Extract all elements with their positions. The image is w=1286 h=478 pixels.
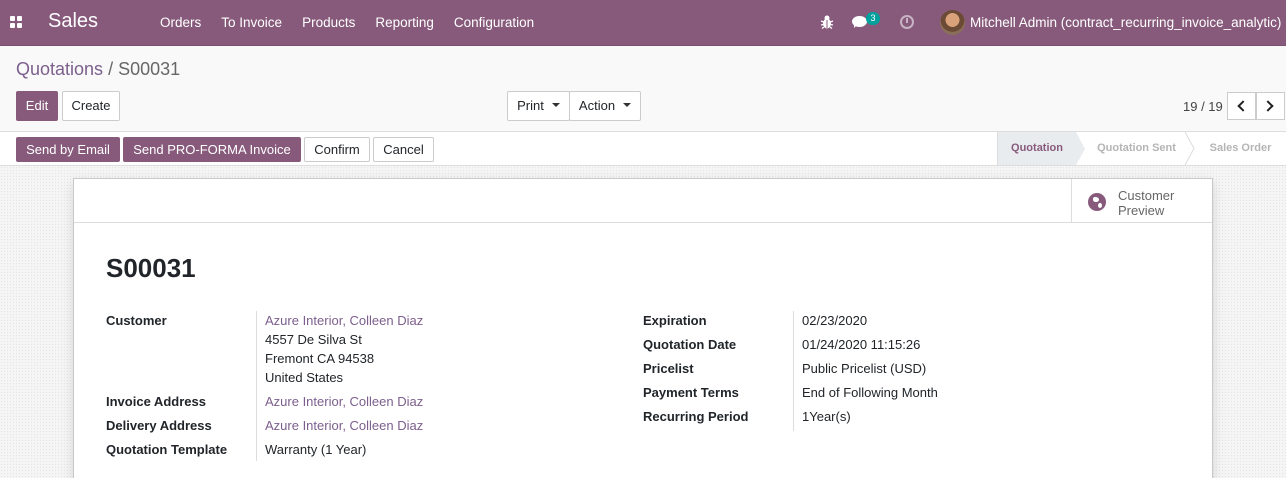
menu-item-reporting[interactable]: Reporting: [365, 0, 444, 46]
stage-sales-order: Sales Order: [1209, 142, 1272, 154]
customer-country: United States: [265, 370, 344, 385]
expiration-label: Expiration: [643, 313, 707, 328]
apps-menu-icon[interactable]: [10, 16, 23, 29]
customer-link[interactable]: Azure Interior, Colleen Diaz: [265, 311, 423, 330]
payment-terms-value: End of Following Month: [802, 385, 938, 400]
stage-quotation-sent: Quotation Sent: [1097, 142, 1176, 154]
user-menu[interactable]: Mitchell Admin (contract_recurring_invoi…: [970, 15, 1281, 30]
globe-icon: [1088, 193, 1106, 211]
recurring-period-label: Recurring Period: [643, 409, 749, 424]
payment-terms-label: Payment Terms: [643, 385, 739, 400]
breadcrumb-current: S00031: [118, 59, 181, 79]
quotation-template-value: Warranty (1 Year): [265, 442, 367, 457]
breadcrumb: Quotations / S00031: [16, 59, 180, 80]
quotation-template-label: Quotation Template: [106, 442, 228, 457]
action-label: Action: [578, 98, 616, 113]
print-dropdown[interactable]: Print: [507, 91, 570, 121]
pager-next-button[interactable]: [1256, 92, 1285, 120]
debug-bug-icon[interactable]: [820, 14, 834, 30]
quotation-date-label: Quotation Date: [643, 337, 737, 352]
customer-street: 4557 De Silva St: [265, 332, 362, 347]
send-proforma-invoice-button[interactable]: Send PRO-FORMA Invoice: [123, 137, 301, 162]
expiration-value: 02/23/2020: [802, 313, 868, 328]
pricelist-value: Public Pricelist (USD): [802, 361, 927, 376]
create-button[interactable]: Create: [62, 91, 120, 121]
message-count-badge: 3: [866, 12, 880, 25]
print-label: Print: [517, 98, 544, 113]
stage-separator-icon: [1184, 132, 1195, 165]
breadcrumb-quotations[interactable]: Quotations: [16, 59, 103, 79]
customer-preview-label: Customer Preview: [1118, 188, 1175, 218]
delivery-address-label: Delivery Address: [106, 418, 212, 433]
customer-city: Fremont CA 94538: [265, 351, 375, 366]
pager-previous-button[interactable]: [1227, 92, 1256, 120]
cancel-button[interactable]: Cancel: [373, 137, 434, 162]
delivery-address-link[interactable]: Azure Interior, Colleen Diaz: [265, 416, 423, 435]
pricelist-label: Pricelist: [643, 361, 694, 376]
stage-arrow: [1076, 132, 1085, 165]
caret-down-icon: [551, 103, 560, 107]
invoice-address-link[interactable]: Azure Interior, Colleen Diaz: [265, 392, 423, 411]
confirm-button[interactable]: Confirm: [304, 137, 370, 162]
field-divider: [793, 311, 794, 431]
menu-item-configuration[interactable]: Configuration: [444, 0, 544, 46]
top-navbar: Sales Orders To Invoice Products Reporti…: [0, 0, 1286, 46]
user-avatar[interactable]: [940, 10, 965, 35]
main-menu: Orders To Invoice Products Reporting Con…: [150, 0, 544, 46]
menu-item-to-invoice[interactable]: To Invoice: [211, 0, 292, 46]
status-stages: Quotation Quotation Sent Sales Order: [997, 132, 1286, 165]
customer-label: Customer: [106, 313, 167, 328]
recurring-period-value: 1Year(s): [802, 409, 851, 424]
menu-item-products[interactable]: Products: [292, 0, 365, 46]
action-dropdown[interactable]: Action: [569, 91, 641, 121]
activity-clock-icon[interactable]: [900, 15, 914, 29]
chevron-right-icon: [1262, 100, 1274, 112]
form-sheet: Customer Preview S00031 Customer Azure I…: [73, 178, 1213, 478]
statusbar: Send by Email Send PRO-FORMA Invoice Con…: [0, 131, 1286, 166]
invoice-address-label: Invoice Address: [106, 394, 206, 409]
record-title: S00031: [106, 253, 196, 283]
app-name[interactable]: Sales: [48, 10, 98, 33]
edit-button[interactable]: Edit: [16, 91, 58, 121]
field-divider: [256, 311, 257, 461]
breadcrumb-separator: /: [108, 59, 114, 79]
quotation-date-value: 01/24/2020 11:15:26: [802, 337, 921, 352]
caret-down-icon: [623, 103, 632, 107]
customer-preview-button[interactable]: Customer Preview: [1071, 179, 1212, 223]
pager-value[interactable]: 19 / 19: [1183, 99, 1223, 114]
stage-quotation: Quotation: [997, 132, 1076, 165]
menu-item-orders[interactable]: Orders: [150, 0, 211, 46]
send-by-email-button[interactable]: Send by Email: [16, 137, 120, 162]
button-box: Customer Preview: [74, 179, 1212, 223]
chevron-left-icon: [1237, 100, 1249, 112]
